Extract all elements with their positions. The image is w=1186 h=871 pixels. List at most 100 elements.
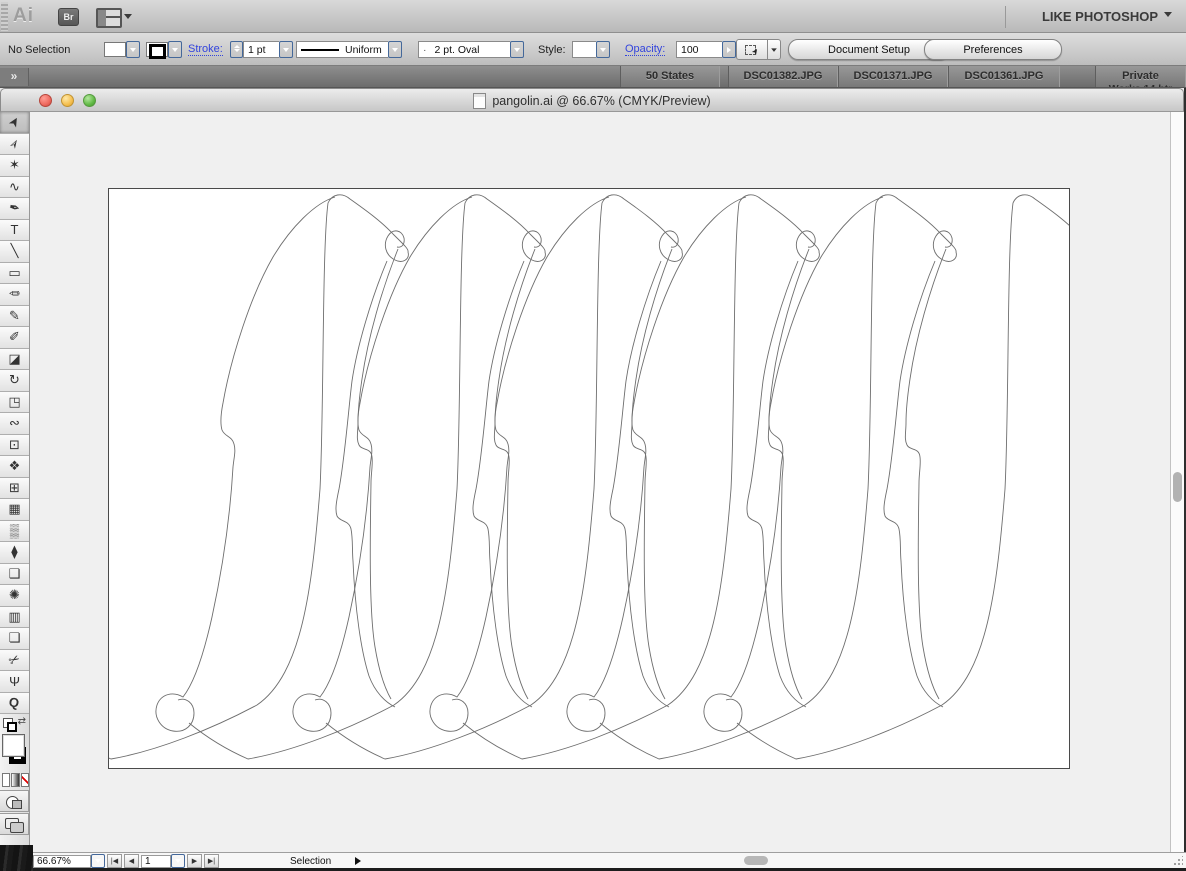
fill-caret-button[interactable]: [126, 41, 140, 58]
blend-tool[interactable]: ❑: [0, 564, 29, 586]
background-doc-tab[interactable]: DSC01361.JPG: [948, 66, 1060, 88]
artboard[interactable]: [108, 188, 1070, 769]
paint-mode-buttons: [0, 772, 29, 789]
pen-tool[interactable]: ✒: [0, 198, 29, 220]
fill-stroke-indicator[interactable]: [0, 733, 29, 772]
stroke-color-control[interactable]: [146, 33, 182, 66]
gradient-tool[interactable]: ▒: [0, 521, 29, 543]
blend-tool-icon: ❑: [9, 566, 21, 582]
screen-mode-button[interactable]: [0, 813, 29, 835]
brush-definition-caret-button[interactable]: [388, 41, 402, 58]
zoom-level-field[interactable]: 66.67%: [33, 855, 91, 868]
scale-tool[interactable]: ◳: [0, 392, 29, 414]
rectangle-tool[interactable]: ▭: [0, 263, 29, 285]
free-transform-tool[interactable]: ⊡: [0, 435, 29, 457]
graphic-style-control[interactable]: [572, 33, 610, 66]
shape-builder-tool[interactable]: ❖: [0, 456, 29, 478]
stroke-weight-spinner[interactable]: [230, 41, 243, 58]
first-artboard-button[interactable]: |◀: [107, 854, 122, 868]
isolate-selected-object-button[interactable]: ➤: [736, 39, 768, 60]
perspective-grid-tool[interactable]: ⊞: [0, 478, 29, 500]
appbar-grip[interactable]: [1, 2, 8, 31]
line-segment-tool-icon: ╲: [11, 243, 19, 259]
none-mode-button[interactable]: [21, 773, 29, 787]
color-mode-button[interactable]: [2, 773, 10, 787]
pasteboard[interactable]: [30, 112, 1170, 852]
type-tool[interactable]: T: [0, 220, 29, 242]
workspace-switcher[interactable]: LIKE PHOTOSHOP: [1042, 9, 1172, 24]
window-title-bar[interactable]: pangolin.ai @ 66.67% (CMYK/Preview): [0, 88, 1184, 112]
symbol-sprayer-tool[interactable]: ✺: [0, 585, 29, 607]
fill-color-control[interactable]: [104, 33, 140, 66]
pencil-tool[interactable]: ✎: [0, 306, 29, 328]
width-tool[interactable]: ∾: [0, 413, 29, 435]
hand-tool[interactable]: Ψ: [0, 671, 29, 693]
artboard-tool[interactable]: ❏: [0, 628, 29, 650]
brush-definition-control[interactable]: Uniform: [296, 33, 402, 66]
window-resize-grip[interactable]: [1173, 856, 1183, 866]
artboard-number-field[interactable]: 1: [141, 855, 171, 868]
tools-panel: ➤➢✶∿✒T╲ ▭✏✎✐ ◪ ↻◳∾⊡❖⊞▦▒⧫ ❑ ✺ ▥ ❏✂ΨQ ⇄: [0, 112, 30, 845]
eraser-tool-icon: ◪: [8, 351, 20, 367]
previous-artboard-button[interactable]: ◀: [124, 854, 139, 868]
last-artboard-button[interactable]: ▶|: [204, 854, 219, 868]
status-menu-arrow-icon[interactable]: [355, 857, 365, 865]
rotate-tool[interactable]: ↻: [0, 370, 29, 392]
selection-tool[interactable]: ➤: [0, 112, 29, 134]
background-doc-tab[interactable]: 50 States: [620, 66, 720, 88]
lasso-tool[interactable]: ∿: [0, 177, 29, 199]
brush-definition-label: Uniform: [345, 44, 382, 56]
blob-brush-tool[interactable]: ✐: [0, 327, 29, 349]
arrange-documents-caret-icon[interactable]: [124, 14, 132, 23]
background-doc-tab[interactable]: DSC01382.JPG: [728, 66, 838, 88]
isolate-selection-control[interactable]: ➤: [736, 33, 781, 66]
column-graph-tool[interactable]: ▥: [0, 607, 29, 629]
background-doc-tab[interactable]: PrivateWorks 14 htr: [1095, 66, 1186, 88]
arrange-documents-icon[interactable]: [96, 8, 122, 28]
gradient-mode-button[interactable]: [11, 773, 19, 787]
zoom-tool[interactable]: Q: [0, 693, 29, 715]
stroke-weight-control[interactable]: 1 pt: [230, 33, 293, 66]
stroke-caret-button[interactable]: [168, 41, 182, 58]
opacity-field[interactable]: 100: [676, 41, 722, 58]
direct-selection-tool[interactable]: ➢: [0, 134, 29, 156]
eraser-tool[interactable]: ◪: [0, 349, 29, 371]
next-artboard-button[interactable]: ▶: [187, 854, 202, 868]
isolate-caret-button[interactable]: [768, 39, 781, 60]
vector-artwork[interactable]: [109, 189, 1069, 768]
toolbar-tools: ➤➢✶∿✒T╲ ▭✏✎✐ ◪ ↻◳∾⊡❖⊞▦▒⧫ ❑ ✺ ▥ ❏✂ΨQ: [0, 112, 29, 714]
paintbrush-tool[interactable]: ✏: [0, 284, 29, 306]
line-segment-tool[interactable]: ╲: [0, 241, 29, 263]
opacity-panel-link[interactable]: Opacity:: [625, 43, 665, 56]
graphic-style-caret-button[interactable]: [596, 41, 610, 58]
fill-indicator[interactable]: [2, 734, 25, 757]
panel-collapse-chevron[interactable]: »: [0, 68, 29, 86]
stroke-panel-link[interactable]: Stroke:: [188, 43, 223, 56]
background-doc-tab[interactable]: DSC01371.JPG: [838, 66, 948, 88]
horizontal-scrollbar-thumb[interactable]: [744, 856, 768, 865]
artboard-number-caret-button[interactable]: [171, 854, 185, 868]
zoom-level-caret-button[interactable]: [91, 854, 105, 868]
opacity-caret-button[interactable]: [722, 41, 736, 58]
fill-stroke-mini-controls[interactable]: ⇄: [0, 714, 29, 733]
status-mode-label[interactable]: Selection: [290, 856, 331, 867]
stroke-weight-field[interactable]: 1 pt: [243, 41, 279, 58]
width-profile-control[interactable]: ·2 pt. Oval: [418, 33, 524, 66]
drawing-modes-button[interactable]: [0, 790, 29, 812]
bridge-button[interactable]: Br: [58, 8, 79, 26]
graphic-style-field[interactable]: [572, 41, 596, 58]
swap-fill-stroke-icon[interactable]: ⇄: [18, 716, 26, 727]
stroke-swatch[interactable]: [146, 42, 168, 57]
column-graph-tool-icon: ▥: [8, 609, 20, 625]
slice-tool[interactable]: ✂: [0, 650, 29, 672]
vertical-scrollbar[interactable]: [1170, 112, 1184, 852]
eyedropper-tool[interactable]: ⧫: [0, 542, 29, 564]
mesh-tool[interactable]: ▦: [0, 499, 29, 521]
magic-wand-tool[interactable]: ✶: [0, 155, 29, 177]
fill-swatch[interactable]: [104, 42, 126, 57]
stroke-weight-caret-button[interactable]: [279, 41, 293, 58]
vertical-scrollbar-thumb[interactable]: [1173, 472, 1182, 502]
width-profile-caret-button[interactable]: [510, 41, 524, 58]
preferences-button[interactable]: Preferences: [924, 39, 1062, 60]
default-fill-stroke-icon[interactable]: [3, 718, 13, 728]
